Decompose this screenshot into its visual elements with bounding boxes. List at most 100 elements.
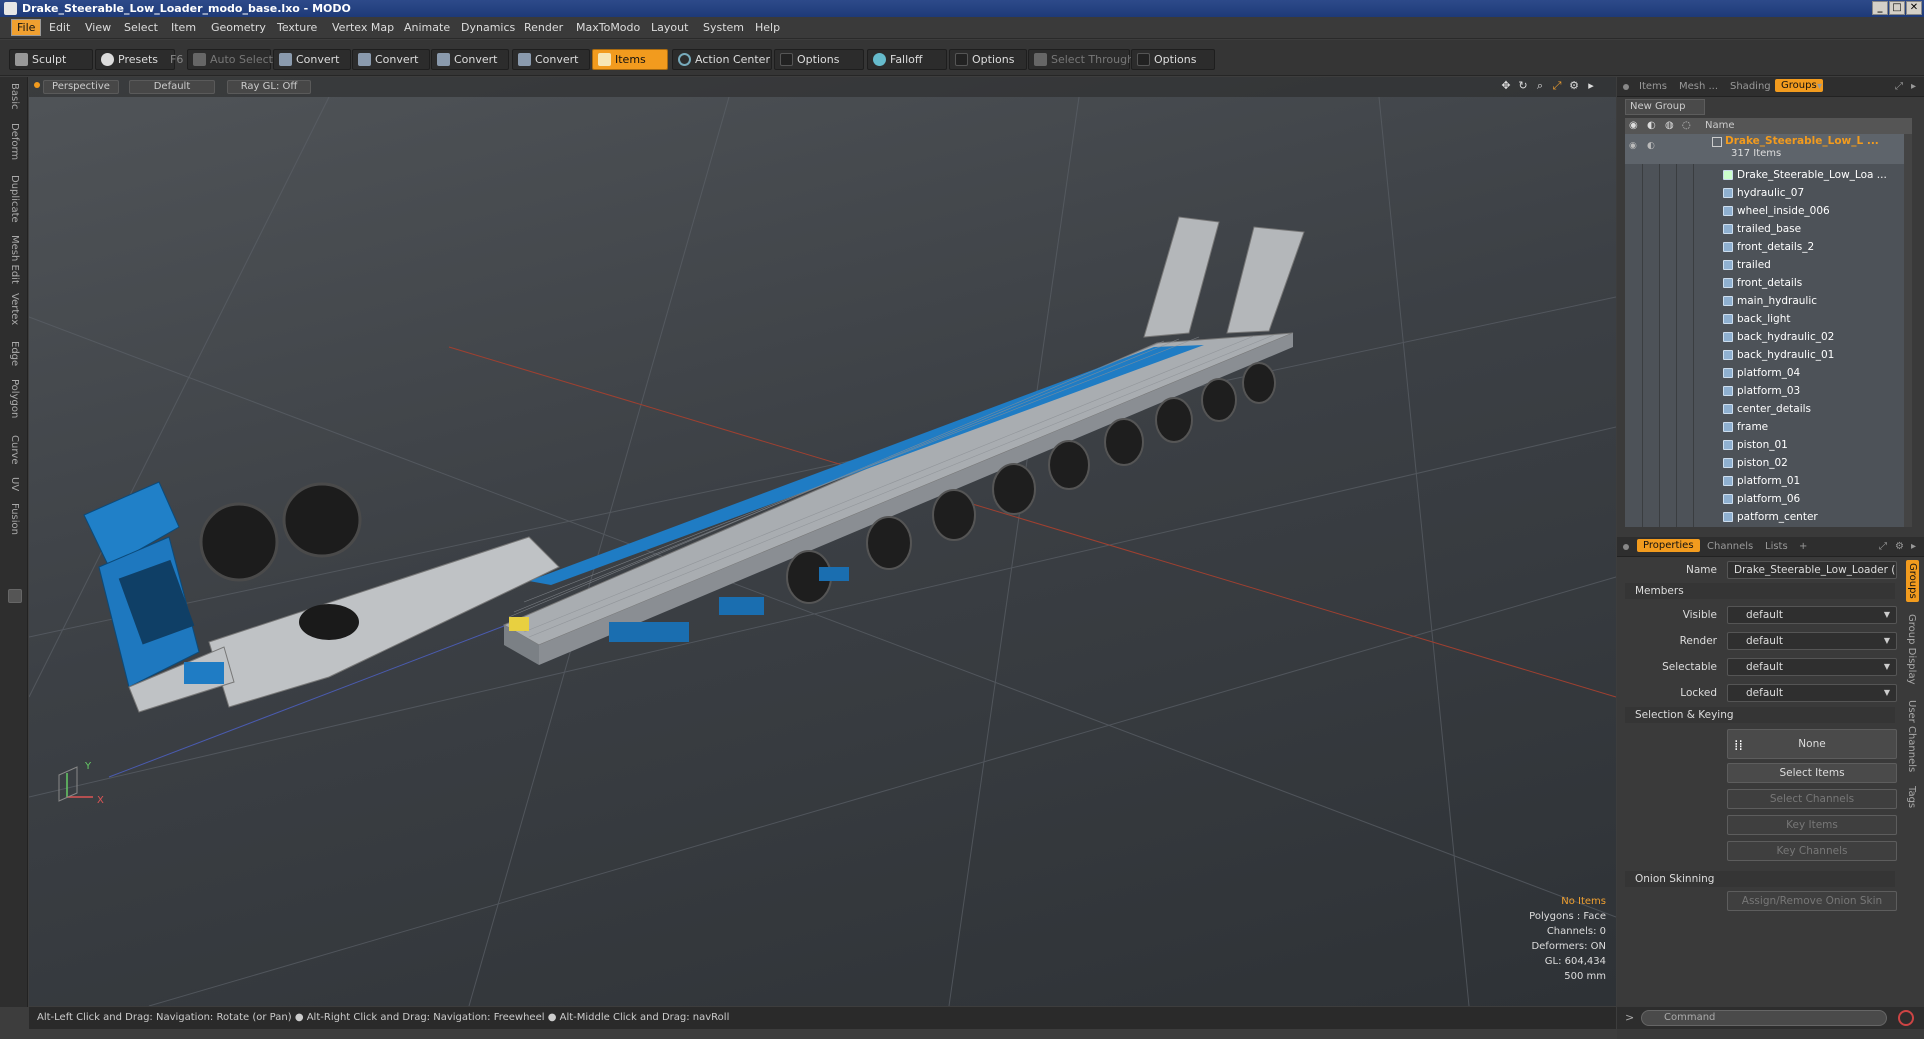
list-item[interactable]: back_hydraulic_01 <box>1625 346 1912 364</box>
onion-skinning-section[interactable]: Onion Skinning <box>1625 871 1895 887</box>
tab-shading[interactable]: Shading <box>1730 81 1771 92</box>
maximize-button[interactable]: □ <box>1889 1 1905 15</box>
raygl-button[interactable]: Ray GL: Off <box>227 80 311 94</box>
list-item[interactable]: back_hydraulic_02 <box>1625 328 1912 346</box>
none-button[interactable]: ⁞⁞ None <box>1727 729 1897 759</box>
select-channels-button[interactable]: Select Channels <box>1727 789 1897 809</box>
menu-geometry[interactable]: Geometry <box>211 21 266 34</box>
tabs-dropdown-icon[interactable]: ▾ <box>1817 81 1822 92</box>
panel-expand-icon[interactable]: ⤢ <box>1895 81 1903 92</box>
options-button-1[interactable]: Options <box>774 49 864 70</box>
tab-vertex[interactable]: Vertex <box>6 293 20 325</box>
menu-render[interactable]: Render <box>524 21 563 34</box>
list-item[interactable]: front_details_2 <box>1625 238 1912 256</box>
tab-mesh-edit[interactable]: Mesh Edit <box>6 235 20 284</box>
menu-view[interactable]: View <box>85 21 111 34</box>
group-root-row[interactable]: ◉ ◐ Drake_Steerable_Low_L ... 317 Items <box>1625 134 1912 164</box>
panel-menu-icon[interactable] <box>1623 84 1629 90</box>
command-input[interactable]: Command <box>1641 1010 1887 1026</box>
add-tab-icon[interactable]: + <box>1799 541 1807 552</box>
list-item[interactable]: hydraulic_07 <box>1625 184 1912 202</box>
list-item[interactable]: Drake_Steerable_Low_Loa ... <box>1625 166 1912 184</box>
list-item[interactable]: platform_01 <box>1625 472 1912 490</box>
viewport-more-icon[interactable]: ▸ <box>1585 80 1597 92</box>
tab-lists[interactable]: Lists <box>1765 541 1788 552</box>
convert-button-3[interactable]: Convert <box>431 49 509 70</box>
name-field[interactable]: Drake_Steerable_Low_Loader (3 <box>1727 561 1897 579</box>
side-tab-group-display[interactable]: Group Display <box>1906 614 1917 684</box>
rotate-icon[interactable]: ↻ <box>1517 80 1529 92</box>
locked-select[interactable]: default ▼ <box>1727 684 1897 702</box>
selection-keying-section[interactable]: Selection & Keying <box>1625 707 1895 723</box>
visible-select[interactable]: default ▼ <box>1727 606 1897 624</box>
tab-edge[interactable]: Edge <box>6 341 20 366</box>
menu-select[interactable]: Select <box>124 21 158 34</box>
list-item[interactable]: piston_02 <box>1625 454 1912 472</box>
tab-uv[interactable]: UV <box>6 477 20 491</box>
auto-select-button[interactable]: Auto Select <box>187 49 273 70</box>
list-item[interactable]: patform_center <box>1625 508 1912 526</box>
tab-deform[interactable]: Deform <box>6 123 20 160</box>
action-center-button[interactable]: Action Center <box>672 49 772 70</box>
tab-groups[interactable]: Groups <box>1775 79 1823 92</box>
zoom-icon[interactable]: ⌕ <box>1534 80 1546 92</box>
menu-vertex-map[interactable]: Vertex Map <box>332 21 394 34</box>
tab-mesh[interactable]: Mesh ... <box>1679 81 1718 92</box>
menu-dynamics[interactable]: Dynamics <box>461 21 515 34</box>
list-item[interactable]: trailed_base <box>1625 220 1912 238</box>
record-icon[interactable] <box>1898 1010 1914 1026</box>
members-section[interactable]: Members <box>1625 583 1895 599</box>
convert-button-1[interactable]: Convert <box>273 49 351 70</box>
key-items-button[interactable]: Key Items <box>1727 815 1897 835</box>
menu-layout[interactable]: Layout <box>651 21 688 34</box>
properties-gear-icon[interactable]: ⚙ <box>1895 541 1904 552</box>
menu-animate[interactable]: Animate <box>404 21 450 34</box>
viewport-menu-icon[interactable] <box>34 82 40 88</box>
presets-button[interactable]: Presets F6 <box>95 49 183 70</box>
menu-help[interactable]: Help <box>755 21 780 34</box>
tab-items[interactable]: Items <box>1639 81 1667 92</box>
assign-onion-skin-button[interactable]: Assign/Remove Onion Skin <box>1727 891 1897 911</box>
viewport-settings-gear-icon[interactable]: ⚙ <box>1568 80 1580 92</box>
select-items-button[interactable]: Select Items <box>1727 763 1897 783</box>
falloff-button[interactable]: Falloff <box>867 49 947 70</box>
list-item[interactable]: frame <box>1625 418 1912 436</box>
list-item[interactable]: main_hydraulic <box>1625 292 1912 310</box>
menu-system[interactable]: System <box>703 21 744 34</box>
menu-texture[interactable]: Texture <box>277 21 317 34</box>
list-item[interactable]: center_details <box>1625 400 1912 418</box>
tab-polygon[interactable]: Polygon <box>6 379 20 418</box>
expand-toggle-icon[interactable] <box>8 589 22 603</box>
sculpt-button[interactable]: Sculpt <box>9 49 93 70</box>
list-item[interactable]: trailed <box>1625 256 1912 274</box>
convert-button-4[interactable]: Convert <box>512 49 590 70</box>
panel-next-icon[interactable]: ▸ <box>1911 81 1916 92</box>
selectable-select[interactable]: default ▼ <box>1727 658 1897 676</box>
list-item[interactable]: platform_03 <box>1625 382 1912 400</box>
tab-duplicate[interactable]: Duplicate <box>6 175 20 223</box>
menu-edit[interactable]: Edit <box>49 21 70 34</box>
options-button-3[interactable]: Options <box>1131 49 1215 70</box>
new-group-button[interactable]: New Group <box>1625 99 1705 115</box>
side-tab-groups[interactable]: Groups <box>1906 560 1919 602</box>
tab-properties[interactable]: Properties <box>1637 539 1700 552</box>
root-visibility-icon[interactable]: ◉ <box>1629 137 1637 155</box>
options-button-2[interactable]: Options <box>949 49 1027 70</box>
close-button[interactable]: ✕ <box>1906 1 1922 15</box>
convert-button-2[interactable]: Convert <box>352 49 430 70</box>
fit-icon[interactable]: ⤢ <box>1551 80 1563 92</box>
shading-mode-button[interactable]: Default <box>129 80 215 94</box>
tab-curve[interactable]: Curve <box>6 435 20 465</box>
root-render-icon[interactable]: ◐ <box>1647 137 1655 155</box>
key-channels-button[interactable]: Key Channels <box>1727 841 1897 861</box>
list-item[interactable]: platform_06 <box>1625 490 1912 508</box>
list-item[interactable]: piston_01 <box>1625 436 1912 454</box>
list-item[interactable]: front_details <box>1625 274 1912 292</box>
list-item[interactable]: back_light <box>1625 310 1912 328</box>
select-through-button[interactable]: Select Through <box>1028 49 1134 70</box>
menu-file[interactable]: File <box>11 19 42 36</box>
list-item[interactable]: wheel_inside_006 <box>1625 202 1912 220</box>
list-item[interactable]: platform_04 <box>1625 364 1912 382</box>
properties-next-icon[interactable]: ▸ <box>1911 541 1916 552</box>
minimize-button[interactable]: _ <box>1872 1 1888 15</box>
